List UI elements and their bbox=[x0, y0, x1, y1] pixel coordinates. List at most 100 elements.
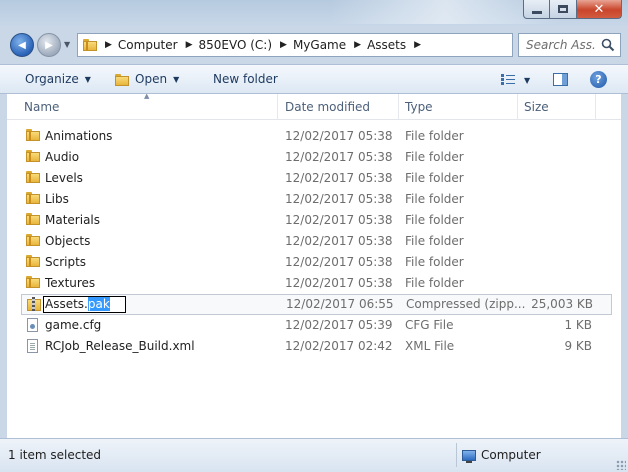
selected-text: pak bbox=[87, 297, 110, 311]
selection-count: 1 item selected bbox=[8, 448, 102, 462]
maximize-button[interactable] bbox=[550, 0, 577, 19]
file-name: Audio bbox=[45, 150, 80, 164]
file-name: Animations bbox=[45, 129, 113, 143]
status-divider bbox=[456, 443, 457, 467]
column-header: ▲ Name Date modified Type Size bbox=[7, 94, 621, 120]
search-input[interactable]: Search Ass... bbox=[526, 38, 596, 52]
forward-button[interactable]: ▶ bbox=[37, 33, 61, 57]
folder-icon bbox=[83, 39, 97, 51]
file-name: Scripts bbox=[45, 255, 87, 269]
column-divider[interactable] bbox=[517, 94, 518, 119]
breadcrumb-mygame[interactable]: MyGame ▶ bbox=[293, 38, 367, 52]
organize-button[interactable]: Organize ▼ bbox=[25, 72, 91, 86]
arrow-left-icon: ◀ bbox=[18, 39, 26, 51]
column-date-modified[interactable]: Date modified bbox=[285, 100, 370, 114]
chevron-right-icon[interactable]: ▶ bbox=[186, 40, 193, 50]
column-divider[interactable] bbox=[277, 94, 278, 119]
file-name: RCJob_Release_Build.xml bbox=[45, 339, 195, 353]
file-type: File folder bbox=[405, 129, 464, 143]
breadcrumb-assets[interactable]: Assets ▶ bbox=[367, 38, 427, 52]
file-type: XML File bbox=[405, 339, 455, 353]
open-folder-icon bbox=[115, 72, 129, 86]
help-button[interactable]: ? bbox=[590, 71, 607, 88]
computer-icon bbox=[462, 449, 476, 463]
file-date-modified: 12/02/2017 05:38 bbox=[285, 192, 393, 206]
chevron-right-icon[interactable]: ▶ bbox=[414, 40, 421, 50]
folder-icon bbox=[26, 234, 40, 248]
rename-input[interactable]: Assets.pak bbox=[43, 296, 126, 313]
file-row[interactable]: RCJob_Release_Build.xml 12/02/2017 02:42 X… bbox=[7, 336, 621, 357]
search-box[interactable]: Search Ass... bbox=[518, 33, 621, 57]
folder-icon bbox=[26, 129, 40, 143]
file-type: File folder bbox=[405, 234, 464, 248]
file-date-modified: 12/02/2017 05:38 bbox=[285, 129, 393, 143]
file-row[interactable]: Scripts 12/02/2017 05:38 File folder bbox=[7, 252, 621, 273]
file-row[interactable]: Materials 12/02/2017 05:38 File folder bbox=[7, 210, 621, 231]
resize-grip[interactable] bbox=[616, 460, 626, 470]
close-button[interactable]: ✕ bbox=[577, 0, 622, 19]
file-row[interactable]: Levels 12/02/2017 05:38 File folder bbox=[7, 168, 621, 189]
file-name: Materials bbox=[45, 213, 101, 227]
column-divider[interactable] bbox=[595, 94, 596, 119]
preview-pane-button[interactable] bbox=[553, 73, 568, 86]
folder-icon bbox=[26, 255, 40, 269]
back-button[interactable]: ◀ bbox=[10, 33, 34, 57]
close-icon: ✕ bbox=[593, 1, 605, 17]
column-divider[interactable] bbox=[398, 94, 399, 119]
file-row[interactable]: Objects 12/02/2017 05:38 File folder bbox=[7, 231, 621, 252]
zip-folder-icon bbox=[27, 297, 41, 311]
file-row[interactable]: Audio 12/02/2017 05:38 File folder bbox=[7, 147, 621, 168]
breadcrumb-separator[interactable]: ▶ bbox=[103, 40, 118, 50]
file-date-modified: 12/02/2017 05:38 bbox=[285, 234, 393, 248]
search-icon bbox=[601, 38, 615, 52]
breadcrumb-drive[interactable]: 850EVO (C:) ▶ bbox=[199, 38, 293, 52]
maximize-icon bbox=[558, 5, 568, 13]
file-type: File folder bbox=[405, 150, 464, 164]
column-size[interactable]: Size bbox=[524, 100, 549, 114]
chevron-right-icon[interactable]: ▶ bbox=[354, 40, 361, 50]
file-date-modified: 12/02/2017 06:55 bbox=[286, 297, 394, 311]
open-button[interactable]: Open ▼ bbox=[115, 72, 179, 86]
view-options-dropdown[interactable]: ▼ bbox=[524, 76, 530, 85]
file-name: game.cfg bbox=[45, 318, 102, 332]
file-date-modified: 12/02/2017 05:39 bbox=[285, 318, 393, 332]
file-name: Objects bbox=[45, 234, 91, 248]
file-date-modified: 12/02/2017 05:38 bbox=[285, 171, 393, 185]
view-details-icon[interactable] bbox=[501, 74, 515, 85]
file-type: File folder bbox=[405, 192, 464, 206]
file-row[interactable]: Textures 12/02/2017 05:38 File folder bbox=[7, 273, 621, 294]
file-size: 9 KB bbox=[564, 339, 592, 353]
breadcrumb-computer[interactable]: Computer ▶ bbox=[118, 38, 199, 52]
file-date-modified: 12/02/2017 05:38 bbox=[285, 150, 393, 164]
recent-pages-dropdown[interactable]: ▼ bbox=[64, 40, 70, 49]
chevron-right-icon[interactable]: ▶ bbox=[280, 40, 287, 50]
folder-icon bbox=[26, 276, 40, 290]
column-name[interactable]: Name bbox=[24, 100, 59, 114]
file-date-modified: 12/02/2017 05:38 bbox=[285, 213, 393, 227]
file-name: Textures bbox=[45, 276, 96, 290]
file-row[interactable]: Animations 12/02/2017 05:38 File folder bbox=[7, 126, 621, 147]
file-type: Compressed (zipp... bbox=[406, 297, 526, 311]
file-date-modified: 12/02/2017 02:42 bbox=[285, 339, 393, 353]
window-controls: ✕ bbox=[523, 0, 622, 19]
folder-icon bbox=[26, 171, 40, 185]
file-name: Libs bbox=[45, 192, 69, 206]
window-frame-edge bbox=[621, 94, 628, 438]
file-row[interactable]: Assets.pak 12/02/2017 06:55 Compressed (zi… bbox=[21, 294, 612, 315]
status-location: Computer bbox=[462, 448, 541, 463]
chevron-down-icon: ▼ bbox=[84, 74, 91, 84]
file-size: 1 KB bbox=[564, 318, 592, 332]
file-row[interactable]: Libs 12/02/2017 05:38 File folder bbox=[7, 189, 621, 210]
file-list[interactable]: ▲ Name Date modified Type Size Animation… bbox=[7, 94, 621, 438]
cfg-file-icon bbox=[26, 318, 40, 332]
column-type[interactable]: Type bbox=[405, 100, 433, 114]
folder-icon bbox=[26, 192, 40, 206]
minimize-button[interactable] bbox=[523, 0, 550, 19]
address-bar[interactable]: ▶ Computer ▶ 850EVO (C:) ▶ MyGame ▶ Assets ▶… bbox=[77, 33, 584, 57]
explorer-window: ✕ ◀ ▶ ▼ ▶ Computer ▶ 850EVO (C:) ▶ MyGame ▶… bbox=[0, 0, 628, 472]
new-folder-button[interactable]: New folder bbox=[213, 72, 278, 86]
file-row[interactable]: game.cfg 12/02/2017 05:39 CFG File 1 KB bbox=[7, 315, 621, 336]
folder-icon bbox=[26, 150, 40, 164]
xml-file-icon bbox=[26, 339, 40, 353]
title-bar[interactable]: ✕ bbox=[0, 0, 628, 26]
